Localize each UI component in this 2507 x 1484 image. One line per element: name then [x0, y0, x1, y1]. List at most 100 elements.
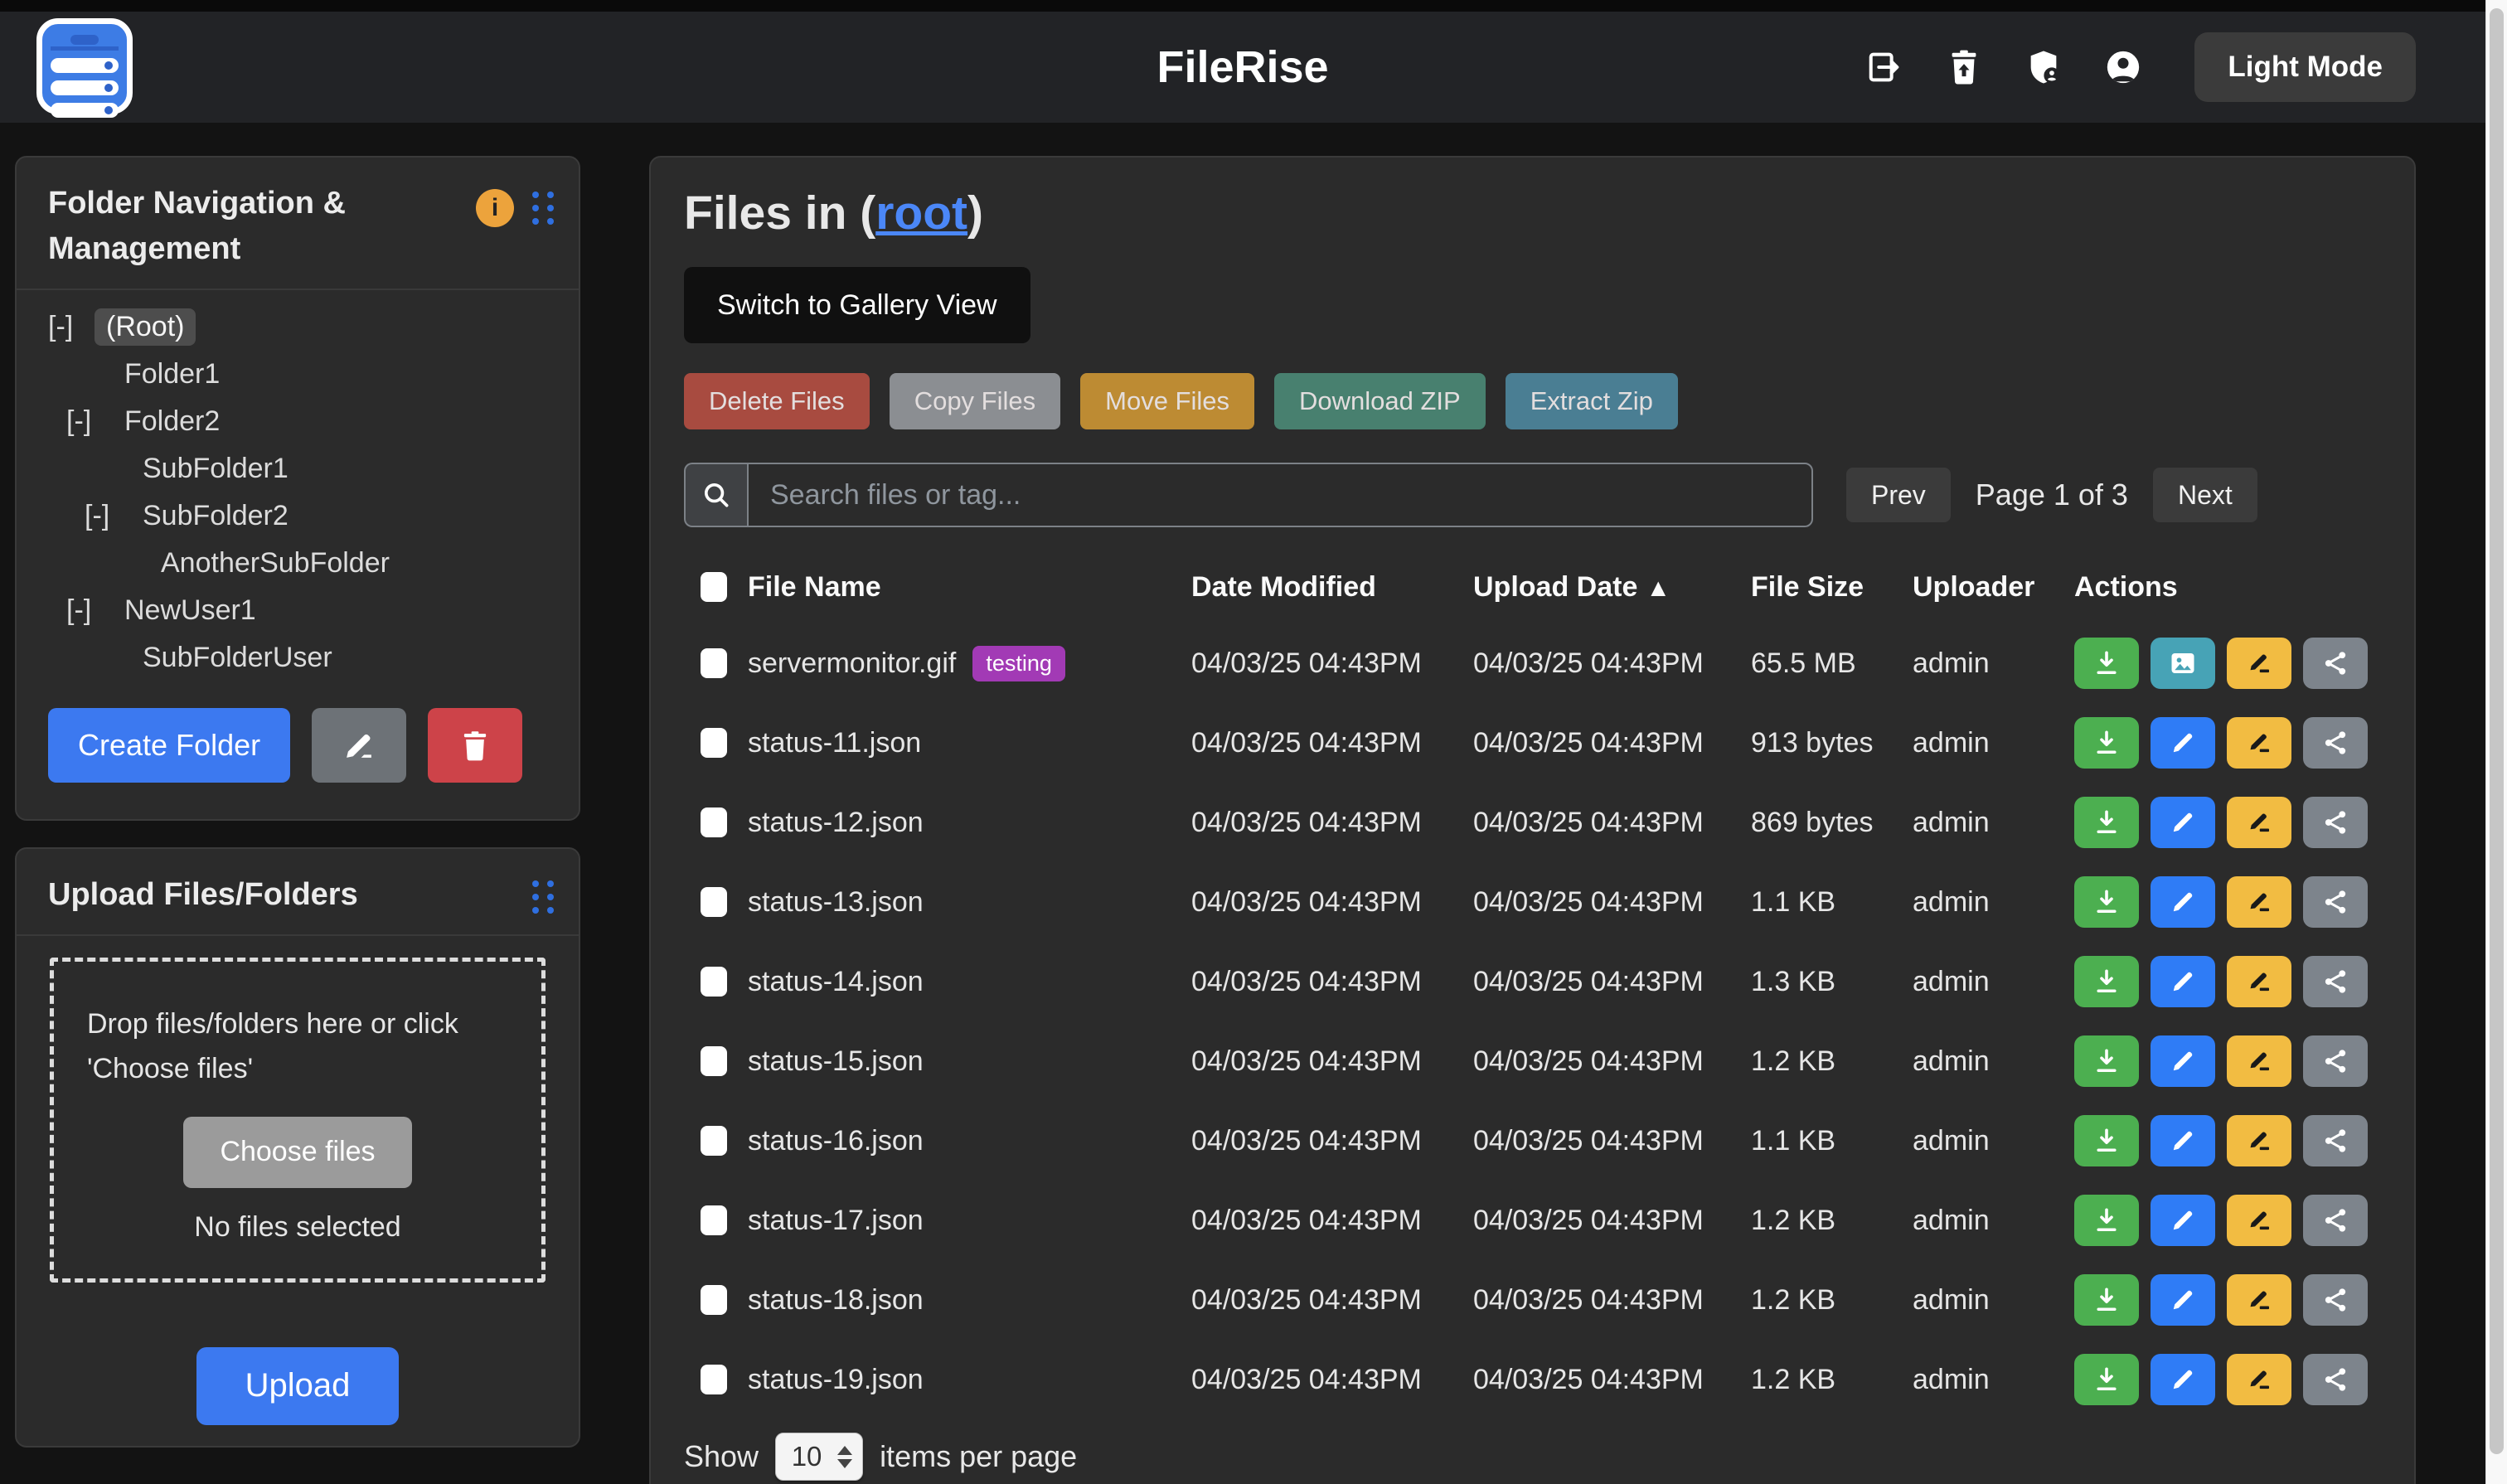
- download-file-button[interactable]: [2074, 1035, 2139, 1087]
- info-icon[interactable]: i: [476, 189, 514, 227]
- tree-label[interactable]: SubFolder1: [131, 450, 300, 487]
- download-file-button[interactable]: [2074, 717, 2139, 769]
- share-file-button[interactable]: [2303, 1195, 2368, 1246]
- row-checkbox[interactable]: [701, 648, 727, 678]
- prev-page-button[interactable]: Prev: [1846, 468, 1951, 522]
- drag-handle-icon[interactable]: [532, 192, 554, 225]
- rename-file-button[interactable]: [2227, 717, 2291, 769]
- folder-tree-item[interactable]: SubFolder1: [17, 445, 579, 492]
- account-icon[interactable]: [2103, 47, 2143, 87]
- column-file-name[interactable]: File Name: [748, 571, 1191, 604]
- tree-label[interactable]: AnotherSubFolder: [149, 545, 401, 582]
- root-folder-link[interactable]: root: [875, 187, 967, 240]
- folder-tree-item[interactable]: [-] (Root): [17, 303, 579, 351]
- share-file-button[interactable]: [2303, 1035, 2368, 1087]
- row-checkbox[interactable]: [701, 1205, 727, 1235]
- download-file-button[interactable]: [2074, 1274, 2139, 1326]
- row-checkbox[interactable]: [701, 1365, 727, 1394]
- extract-zip-button[interactable]: Extract Zip: [1506, 373, 1678, 429]
- row-checkbox[interactable]: [701, 1046, 727, 1076]
- download-file-button[interactable]: [2074, 797, 2139, 848]
- light-mode-toggle-button[interactable]: Light Mode: [2194, 32, 2416, 102]
- folder-tree-item[interactable]: [-] SubFolder2: [17, 492, 579, 540]
- rename-file-button[interactable]: [2227, 797, 2291, 848]
- rename-file-button[interactable]: [2227, 638, 2291, 689]
- share-file-button[interactable]: [2303, 1354, 2368, 1405]
- share-file-button[interactable]: [2303, 1274, 2368, 1326]
- logout-icon[interactable]: [1864, 47, 1904, 87]
- file-name[interactable]: status-17.json: [748, 1205, 924, 1237]
- admin-shield-icon[interactable]: [2024, 47, 2063, 87]
- choose-files-button[interactable]: Choose files: [183, 1117, 411, 1188]
- edit-file-button[interactable]: [2151, 1035, 2215, 1087]
- share-file-button[interactable]: [2303, 717, 2368, 769]
- preview-image-button[interactable]: [2151, 638, 2215, 689]
- column-date-modified[interactable]: Date Modified: [1191, 571, 1473, 604]
- row-checkbox[interactable]: [701, 967, 727, 997]
- tree-expander[interactable]: [-]: [48, 311, 95, 343]
- share-file-button[interactable]: [2303, 797, 2368, 848]
- file-name[interactable]: status-14.json: [748, 966, 924, 998]
- row-checkbox[interactable]: [701, 1126, 727, 1156]
- row-checkbox[interactable]: [701, 1285, 727, 1315]
- folder-tree-item[interactable]: [-] Folder2: [17, 398, 579, 445]
- tree-label[interactable]: (Root): [95, 308, 196, 346]
- tree-label[interactable]: SubFolderUser: [131, 639, 344, 677]
- rename-file-button[interactable]: [2227, 1035, 2291, 1087]
- tree-label[interactable]: NewUser1: [113, 592, 268, 629]
- edit-file-button[interactable]: [2151, 876, 2215, 928]
- switch-gallery-view-button[interactable]: Switch to Gallery View: [684, 267, 1030, 343]
- edit-file-button[interactable]: [2151, 1274, 2215, 1326]
- file-name[interactable]: servermonitor.gif: [748, 647, 956, 680]
- folder-tree-item[interactable]: Folder1: [17, 351, 579, 398]
- folder-tree-item[interactable]: SubFolderUser: [17, 634, 579, 681]
- tree-label[interactable]: Folder1: [113, 356, 231, 393]
- row-checkbox[interactable]: [701, 887, 727, 917]
- drag-handle-icon[interactable]: [532, 880, 554, 914]
- rename-file-button[interactable]: [2227, 876, 2291, 928]
- file-name[interactable]: status-12.json: [748, 807, 924, 839]
- column-upload-date[interactable]: Upload Date▲: [1473, 571, 1751, 604]
- rename-file-button[interactable]: [2227, 1274, 2291, 1326]
- copy-files-button[interactable]: Copy Files: [890, 373, 1060, 429]
- edit-file-button[interactable]: [2151, 717, 2215, 769]
- select-all-checkbox[interactable]: [701, 572, 727, 602]
- edit-file-button[interactable]: [2151, 1195, 2215, 1246]
- delete-files-button[interactable]: Delete Files: [684, 373, 870, 429]
- file-dropzone[interactable]: Drop files/folders here or click 'Choose…: [50, 958, 546, 1283]
- edit-file-button[interactable]: [2151, 956, 2215, 1007]
- scrollbar-thumb[interactable]: [2490, 8, 2504, 1454]
- folder-tree-item[interactable]: AnotherSubFolder: [17, 540, 579, 587]
- items-per-page-select[interactable]: 10: [775, 1433, 863, 1481]
- share-file-button[interactable]: [2303, 876, 2368, 928]
- share-file-button[interactable]: [2303, 1115, 2368, 1166]
- download-file-button[interactable]: [2074, 1115, 2139, 1166]
- move-files-button[interactable]: Move Files: [1080, 373, 1254, 429]
- download-file-button[interactable]: [2074, 1354, 2139, 1405]
- upload-button[interactable]: Upload: [196, 1347, 399, 1425]
- rename-file-button[interactable]: [2227, 1195, 2291, 1246]
- download-file-button[interactable]: [2074, 1195, 2139, 1246]
- file-name[interactable]: status-18.json: [748, 1284, 924, 1317]
- file-name[interactable]: status-19.json: [748, 1364, 924, 1396]
- rename-file-button[interactable]: [2227, 1354, 2291, 1405]
- file-name[interactable]: status-13.json: [748, 886, 924, 919]
- delete-folder-button[interactable]: [428, 708, 522, 783]
- rename-file-button[interactable]: [2227, 1115, 2291, 1166]
- download-file-button[interactable]: [2074, 638, 2139, 689]
- edit-file-button[interactable]: [2151, 797, 2215, 848]
- tree-label[interactable]: Folder2: [113, 403, 231, 440]
- row-checkbox[interactable]: [701, 807, 727, 837]
- create-folder-button[interactable]: Create Folder: [48, 708, 290, 783]
- trash-restore-icon[interactable]: [1944, 47, 1984, 87]
- edit-file-button[interactable]: [2151, 1354, 2215, 1405]
- tree-expander[interactable]: [-]: [85, 500, 131, 532]
- download-file-button[interactable]: [2074, 956, 2139, 1007]
- share-file-button[interactable]: [2303, 956, 2368, 1007]
- file-name[interactable]: status-15.json: [748, 1045, 924, 1078]
- tree-expander[interactable]: [-]: [66, 594, 113, 627]
- file-name[interactable]: status-16.json: [748, 1125, 924, 1157]
- search-input[interactable]: [747, 463, 1813, 527]
- tree-label[interactable]: SubFolder2: [131, 497, 300, 535]
- rename-file-button[interactable]: [2227, 956, 2291, 1007]
